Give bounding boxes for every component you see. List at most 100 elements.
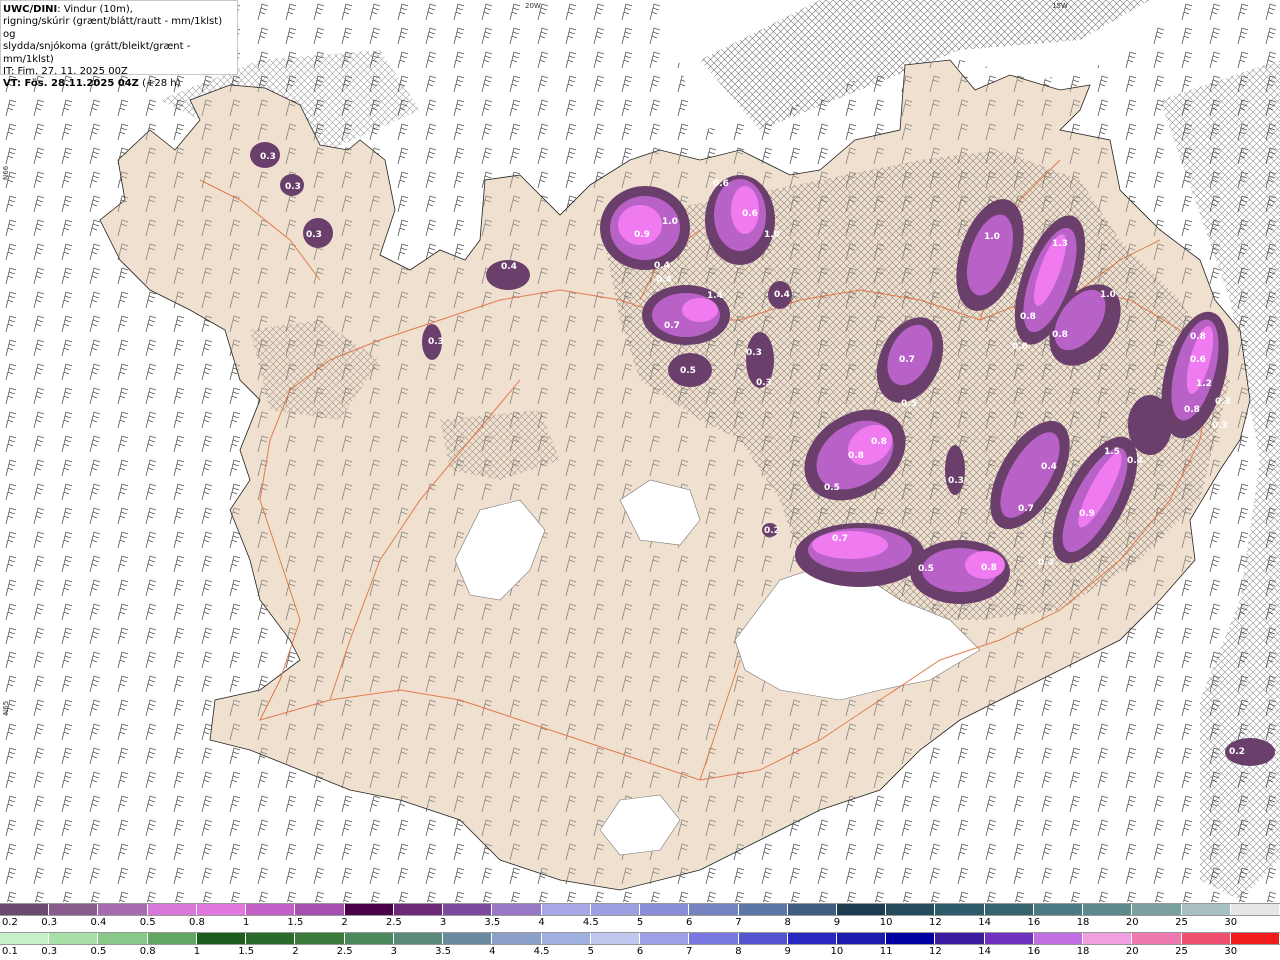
colorbar-swatch bbox=[689, 904, 739, 915]
precip-label: 0.2 bbox=[764, 526, 780, 536]
colorbar-swatch bbox=[541, 933, 591, 944]
colorbar-swatch bbox=[935, 933, 985, 944]
colorbar-swatch bbox=[196, 904, 247, 915]
colorbar-tick-label: 11 bbox=[879, 946, 893, 957]
colorbar-swatch bbox=[443, 933, 493, 944]
precip-label: 0.4 bbox=[1041, 462, 1057, 472]
colorbar-swatch bbox=[49, 904, 99, 915]
colorbar-tick-label: 1.5 bbox=[238, 946, 255, 957]
precip-label: 0.3 bbox=[306, 230, 322, 240]
colorbar-tick-label: 18 bbox=[1076, 946, 1090, 957]
colorbar-tick-label: 4 bbox=[538, 917, 545, 928]
colorbar-tick-label: 5 bbox=[587, 946, 594, 957]
precip-label: 0.5 bbox=[680, 366, 696, 376]
colorbar-swatch bbox=[0, 904, 50, 915]
colorbar-swatch bbox=[689, 933, 739, 944]
colorbar-tick-label: 2.5 bbox=[336, 946, 353, 957]
forecast-offset: (+28 h) bbox=[138, 78, 181, 90]
colorbar-swatch bbox=[738, 933, 788, 944]
colorbar-tick-label: 7 bbox=[735, 917, 742, 928]
colorbar-tick-label: 2.5 bbox=[385, 917, 402, 928]
colorbar-tick-label: 4.5 bbox=[533, 946, 550, 957]
colorbar-tick-label: 16 bbox=[1027, 917, 1041, 928]
colorbar-swatch bbox=[787, 933, 837, 944]
colorbar-tick-label: 30 bbox=[1224, 946, 1238, 957]
rain-colorbar bbox=[0, 932, 1280, 945]
colorbar-tick-label: 0.5 bbox=[90, 946, 107, 957]
colorbar-tick-label: 6 bbox=[686, 917, 693, 928]
precip-label: 0.3 bbox=[1215, 397, 1231, 407]
colorbar-tick-label: 3 bbox=[439, 917, 447, 928]
precip-label: 0.8 bbox=[1190, 332, 1206, 342]
colorbar-tick-label: 25 bbox=[1175, 917, 1188, 928]
colorbar-swatch bbox=[246, 904, 296, 915]
colorbar-tick-label: 14 bbox=[978, 917, 991, 928]
forecast-map[interactable]: 0.3 0.3 0.3 0.4 0.3 1.0 0.9 0.4 0.4 0.6 … bbox=[0, 0, 1280, 902]
colorbar-swatch bbox=[935, 904, 985, 915]
precip-label: 1.0 bbox=[984, 232, 1000, 242]
colorbar-tick-label: 7 bbox=[686, 946, 693, 957]
colorbar-swatch bbox=[738, 904, 788, 915]
colorbar-swatch bbox=[492, 933, 542, 944]
colorbar-tick-label: 0.8 bbox=[139, 946, 156, 957]
colorbar-tick-label: 9 bbox=[833, 917, 841, 928]
colorbar-swatch bbox=[196, 933, 247, 944]
valid-time: VT: Fös. 28.11.2025 04Z bbox=[3, 78, 139, 90]
colorbar-tick-label: 0.1 bbox=[2, 946, 18, 957]
precip-label: 0.3 bbox=[285, 182, 301, 192]
colorbar-swatch bbox=[0, 933, 50, 944]
colorbar-tick-label: 3.5 bbox=[435, 946, 452, 957]
colorbar-tick-label: 0.3 bbox=[41, 946, 58, 957]
init-time: IT: Fim. 27. 11. 2025 00Z bbox=[3, 66, 128, 78]
precip-label: 1.0 bbox=[1100, 290, 1116, 300]
precip-label: 0.5 bbox=[918, 564, 934, 574]
colorbar-swatch bbox=[492, 904, 542, 915]
colorbar-tick-label: 18 bbox=[1076, 917, 1090, 928]
colorbar-swatch bbox=[147, 933, 197, 944]
colorbar-tick-label: 2 bbox=[341, 917, 348, 928]
precip-label: 1.0 bbox=[764, 230, 780, 240]
precip-label: 0.8 bbox=[1052, 330, 1068, 340]
colorbar-tick-label: 12 bbox=[929, 917, 942, 928]
colorbar-swatch bbox=[443, 904, 493, 915]
precip-label: 0.8 bbox=[1184, 405, 1200, 415]
precip-label: 1.4 bbox=[707, 291, 723, 301]
colorbar-swatch bbox=[836, 904, 887, 915]
lat-label: N66 bbox=[2, 165, 10, 180]
precip-label: 0.4 bbox=[501, 262, 517, 272]
colorbar-swatch bbox=[1132, 933, 1182, 944]
colorbar-tick-label: 12 bbox=[929, 946, 942, 957]
colorbar-swatch bbox=[640, 933, 690, 944]
colorbar-swatch bbox=[393, 904, 444, 915]
precip-label: 0.3 bbox=[260, 152, 276, 162]
product-name: UWC/DINI bbox=[3, 4, 58, 15]
product-desc: : Vindur (10m), bbox=[57, 4, 133, 15]
colorbar-tick-label: 14 bbox=[978, 946, 991, 957]
colorbar-tick-label: 3 bbox=[390, 946, 398, 957]
precip-label: 0.3 bbox=[948, 476, 964, 486]
colorbar-swatch bbox=[984, 904, 1034, 915]
colorbar-swatch bbox=[787, 904, 837, 915]
colorbar-tick-label: 0.4 bbox=[90, 917, 107, 928]
precip-label: 0.6 bbox=[1012, 342, 1028, 352]
precip-label: 0.3 bbox=[1212, 421, 1228, 431]
colorbar-swatch bbox=[886, 904, 936, 915]
colorbar-tick-label: 8 bbox=[784, 917, 791, 928]
colorbar-swatch bbox=[295, 933, 345, 944]
precip-label: 0.3 bbox=[428, 337, 444, 347]
colorbar-swatch bbox=[98, 933, 148, 944]
colorbar-swatch bbox=[590, 904, 641, 915]
colorbar-swatch bbox=[98, 904, 148, 915]
precip-label: 0.6 bbox=[713, 179, 729, 189]
title-line-3: slydda/snjókoma (grátt/bleikt/grænt - mm… bbox=[3, 41, 191, 65]
precip-label: 0.4 bbox=[1127, 456, 1143, 466]
colorbar-tick-label: 20 bbox=[1125, 946, 1139, 957]
colorbar-tick-label: 3.5 bbox=[484, 917, 501, 928]
lon-label: 20W bbox=[525, 2, 541, 10]
colorbar-swatch bbox=[1181, 933, 1231, 944]
colorbar-swatch bbox=[295, 904, 345, 915]
precip-label: 0.8 bbox=[848, 451, 864, 461]
colorbar-tick-label: 30 bbox=[1224, 917, 1238, 928]
snow-colorbar-labels: 0.2 0.3 0.4 0.5 0.8 1 1.5 2 2.5 3 3.5 4 4.5 5 6 7 8 9 10 12… bbox=[0, 917, 1280, 931]
precip-label: 0.7 bbox=[664, 321, 680, 331]
